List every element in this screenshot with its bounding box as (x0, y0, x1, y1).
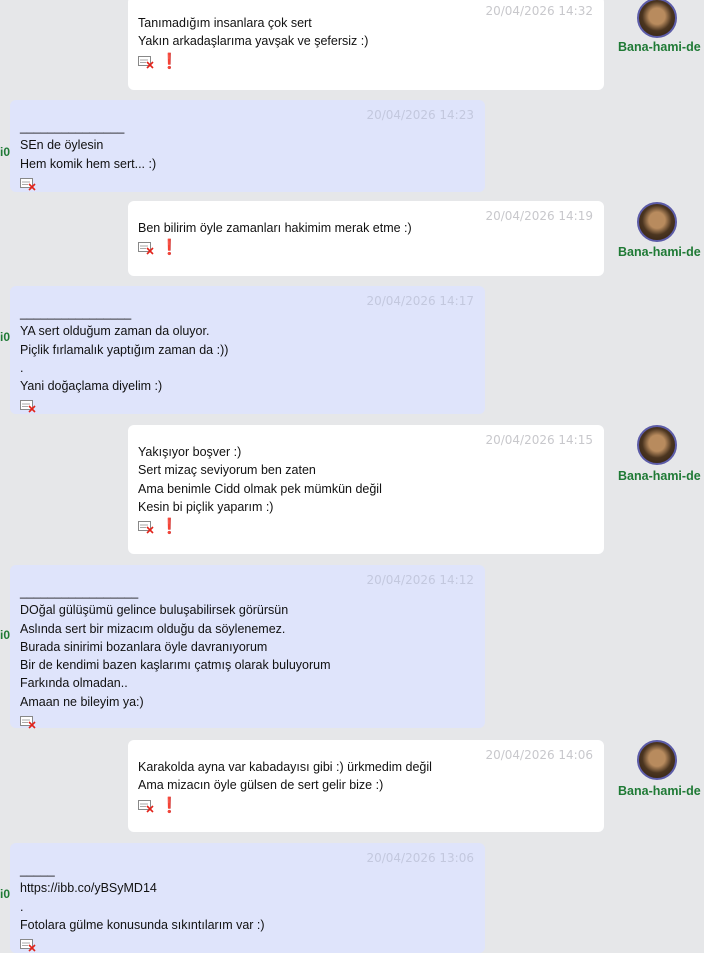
username-link[interactable]: Bana-hami-de (618, 469, 701, 483)
message-actions: ❗ (138, 240, 594, 256)
message-line: Aslında sert bir mizacım olduğu da söyle… (20, 621, 286, 636)
message-bubble-outgoing: 20/04/2026 14:32 Tanımadığım insanlara ç… (128, 0, 604, 90)
message-bubble-outgoing: 20/04/2026 14:19 Ben bilirim öyle zamanl… (128, 201, 604, 276)
report-icon[interactable] (20, 399, 36, 414)
message-line: SEn de öylesin (20, 138, 104, 153)
message-line: Yakın arkadaşlarıma yavşak ve şefersiz :… (138, 34, 369, 49)
message-timestamp: 20/04/2026 14:15 (485, 433, 593, 447)
message-bubble-incoming: 20/04/2026 13:06 _____ https://ibb.co/yB… (10, 843, 485, 953)
report-icon[interactable] (20, 177, 36, 191)
exclamation-icon[interactable]: ❗ (160, 798, 179, 813)
username-link[interactable]: Bana-hami-de (618, 40, 701, 54)
message-line: DOğal gülüşümü gelince buluşabilirsek gö… (20, 603, 289, 618)
avatar[interactable] (637, 740, 677, 780)
message-line: Kesin bi piçlik yaparım :) (138, 499, 274, 514)
message-actions (20, 714, 475, 730)
message-timestamp: 20/04/2026 14:17 (366, 294, 474, 308)
message-timestamp: 20/04/2026 14:06 (485, 748, 593, 762)
report-icon[interactable] (138, 241, 154, 255)
message-line: Ama benimle Cidd olmak pek mümkün değil (138, 481, 382, 496)
username-link[interactable]: Bana-hami-de (618, 245, 701, 259)
message-bubble-incoming: 20/04/2026 14:17 ________________ YA ser… (10, 286, 485, 414)
message-bubble-outgoing: 20/04/2026 14:15 Yakışıyor boşver :) Ser… (128, 425, 604, 554)
message-actions: ❗ (138, 519, 594, 535)
exclamation-icon[interactable]: ❗ (160, 54, 179, 69)
message-line: Hem komik hem sert... :) (20, 156, 157, 171)
report-icon[interactable] (138, 799, 154, 813)
sender-name-fragment[interactable]: i0 (0, 145, 10, 159)
message-actions: ❗ (138, 54, 594, 70)
message-bubble-incoming: 20/04/2026 14:23 _______________ SEn de … (10, 100, 485, 192)
message-line: . (20, 360, 24, 375)
message-line: Farkında olmadan.. (20, 676, 128, 691)
avatar[interactable] (637, 425, 677, 465)
message-line: Fotolara gülme konusunda sıkıntılarım va… (20, 917, 265, 932)
username-link[interactable]: Bana-hami-de (618, 784, 701, 798)
exclamation-icon[interactable]: ❗ (160, 240, 179, 255)
sender-name-fragment[interactable]: i0 (0, 887, 10, 901)
message-line: Yani doğaçlama diyelim :) (20, 379, 163, 394)
sender-name-fragment[interactable]: i0 (0, 628, 10, 642)
message-timestamp: 20/04/2026 14:19 (485, 209, 593, 223)
exclamation-icon[interactable]: ❗ (160, 519, 179, 534)
report-icon[interactable] (138, 55, 154, 69)
message-actions: ❗ (138, 798, 594, 814)
avatar[interactable] (637, 202, 677, 242)
report-icon[interactable] (138, 520, 154, 534)
message-line: YA sert olduğum zaman da oluyor. (20, 324, 210, 339)
message-timestamp: 20/04/2026 14:12 (366, 573, 474, 587)
avatar[interactable] (637, 0, 677, 38)
message-actions (20, 176, 475, 192)
report-icon[interactable] (20, 715, 36, 729)
message-line: Burada sinirimi bozanlara öyle davranıyo… (20, 639, 268, 654)
message-line: Piçlik fırlamalık yaptığım zaman da :)) (20, 342, 229, 357)
message-timestamp: 20/04/2026 14:32 (485, 4, 593, 18)
message-line: Ama mizacın öyle gülsen de sert gelir bi… (138, 778, 384, 793)
message-line: Sert mizaç seviyorum ben zaten (138, 463, 316, 478)
message-bubble-incoming: 20/04/2026 14:12 _________________ DOğal… (10, 565, 485, 730)
message-line: Bir de kendimi bazen kaşlarımı çatmış ol… (20, 658, 331, 673)
message-line: . (20, 899, 24, 914)
message-bubble-outgoing: 20/04/2026 14:06 Karakolda ayna var kaba… (128, 740, 604, 832)
report-icon[interactable] (20, 938, 36, 952)
sender-name-fragment[interactable]: i0 (0, 330, 10, 344)
message-link[interactable]: https://ibb.co/yBSyMD14 (20, 879, 475, 897)
message-line: Amaan ne bileyim ya:) (20, 694, 144, 709)
message-timestamp: 20/04/2026 13:06 (366, 851, 474, 865)
message-actions (20, 398, 475, 414)
message-actions (20, 937, 475, 953)
message-timestamp: 20/04/2026 14:23 (366, 108, 474, 122)
